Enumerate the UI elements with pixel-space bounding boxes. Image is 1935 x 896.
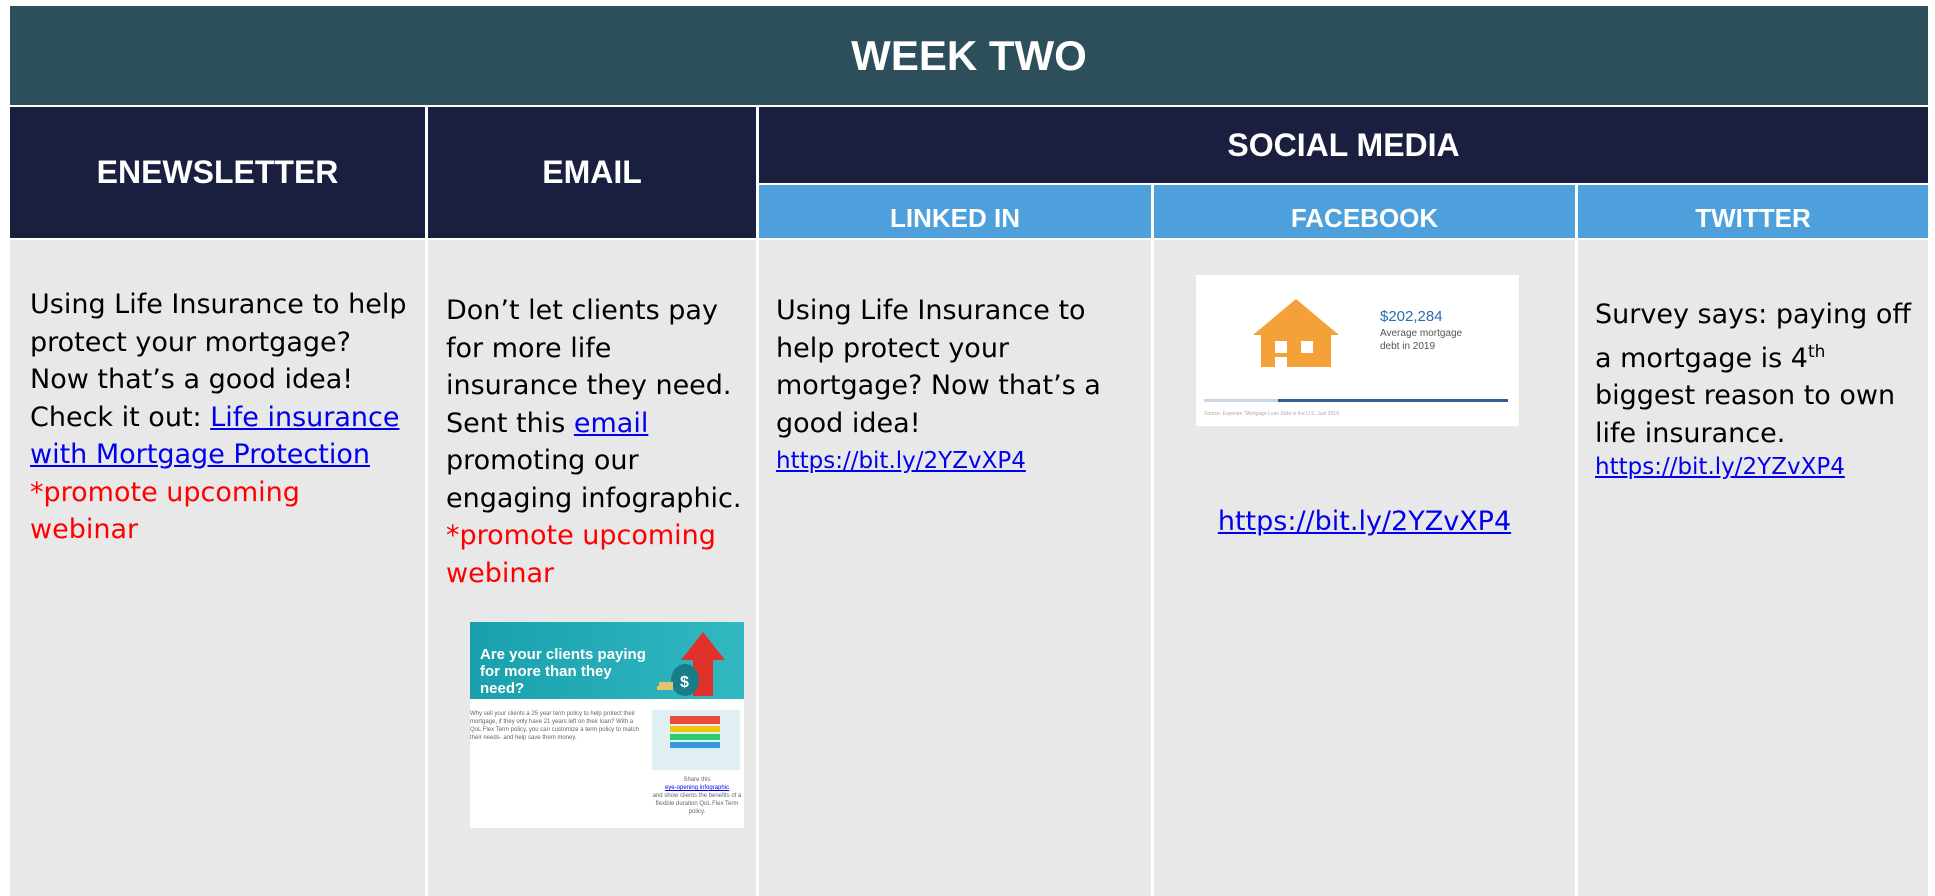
thumbnail-caption-link[interactable]: eye-opening infographic [665, 785, 729, 791]
thumbnail-caption-post: and show clients the benefits of a flexi… [652, 793, 742, 815]
content-calendar-table: WEEK TWO ENEWSLETTER EMAIL SOCIAL MEDIA … [10, 6, 1928, 896]
thumbnail-infographic-icon [652, 710, 740, 770]
header-email: EMAIL [428, 107, 756, 238]
facebook-link-row: https://bit.ly/2YZvXP4 [1154, 506, 1575, 537]
twitter-text-post: biggest reason to own life insurance. [1595, 380, 1896, 449]
enewsletter-content: Using Life Insurance to help protect you… [30, 286, 407, 549]
header-facebook: FACEBOOK [1154, 185, 1575, 238]
thumbnail-body: Why sell your clients a 25 year term pol… [470, 711, 639, 741]
facebook-link[interactable]: https://bit.ly/2YZvXP4 [1218, 506, 1511, 537]
thumbnail-caption-pre: Share this [683, 777, 711, 783]
facebook-image-caption: Average mortgage debt in 2019 [1380, 328, 1463, 352]
facebook-image-amount: $202,284 [1380, 308, 1443, 325]
twitter-text: Survey says: paying off a mortgage is 4t… [1595, 296, 1922, 452]
facebook-post-image[interactable]: $202,284 Average mortgage debt in 2019 S… [1196, 275, 1519, 426]
linkedin-link[interactable]: https://bit.ly/2YZvXP4 [776, 448, 1026, 474]
enewsletter-cell: Using Life Insurance to help protect you… [10, 240, 425, 896]
email-link[interactable]: email [574, 408, 648, 439]
linkedin-text: Using Life Insurance to help protect you… [776, 295, 1101, 439]
twitter-text-pre: Survey says: paying off a mortgage is 4 [1595, 299, 1911, 374]
header-linkedin: LINKED IN [759, 185, 1151, 238]
twitter-cell: Survey says: paying off a mortgage is 4t… [1578, 240, 1928, 896]
facebook-image-bar-fill [1278, 399, 1508, 402]
infographic-thumbnail[interactable]: Are your clients paying for more than th… [470, 622, 744, 828]
twitter-link[interactable]: https://bit.ly/2YZvXP4 [1595, 454, 1845, 480]
email-text-after: promoting our engaging infographic. [446, 445, 742, 514]
email-content: Don’t let clients pay for more life insu… [446, 292, 746, 592]
svg-text:$: $ [680, 674, 689, 691]
twitter-link-row: https://bit.ly/2YZvXP4 [1595, 452, 1922, 482]
facebook-image-source: Source: Experian "Mortgage Loan Debt in … [1204, 411, 1339, 417]
twitter-text-sup: th [1807, 341, 1826, 362]
money-bag-arrow-icon: $ [657, 632, 725, 696]
header-twitter: TWITTER [1578, 185, 1928, 238]
house-icon [1253, 299, 1339, 367]
email-promo: *promote upcoming webinar [446, 520, 716, 589]
linkedin-link-row: https://bit.ly/2YZvXP4 [776, 446, 1139, 476]
thumbnail-caption: Share this eye-opening infographic and s… [652, 776, 742, 816]
header-enewsletter: ENEWSLETTER [10, 107, 425, 238]
week-title: WEEK TWO [10, 6, 1928, 105]
linkedin-cell: Using Life Insurance to help protect you… [759, 240, 1151, 896]
thumbnail-headline: Are your clients paying for more than th… [480, 646, 646, 697]
enewsletter-promo: *promote upcoming webinar [30, 476, 300, 546]
header-social-media: SOCIAL MEDIA [759, 107, 1928, 183]
